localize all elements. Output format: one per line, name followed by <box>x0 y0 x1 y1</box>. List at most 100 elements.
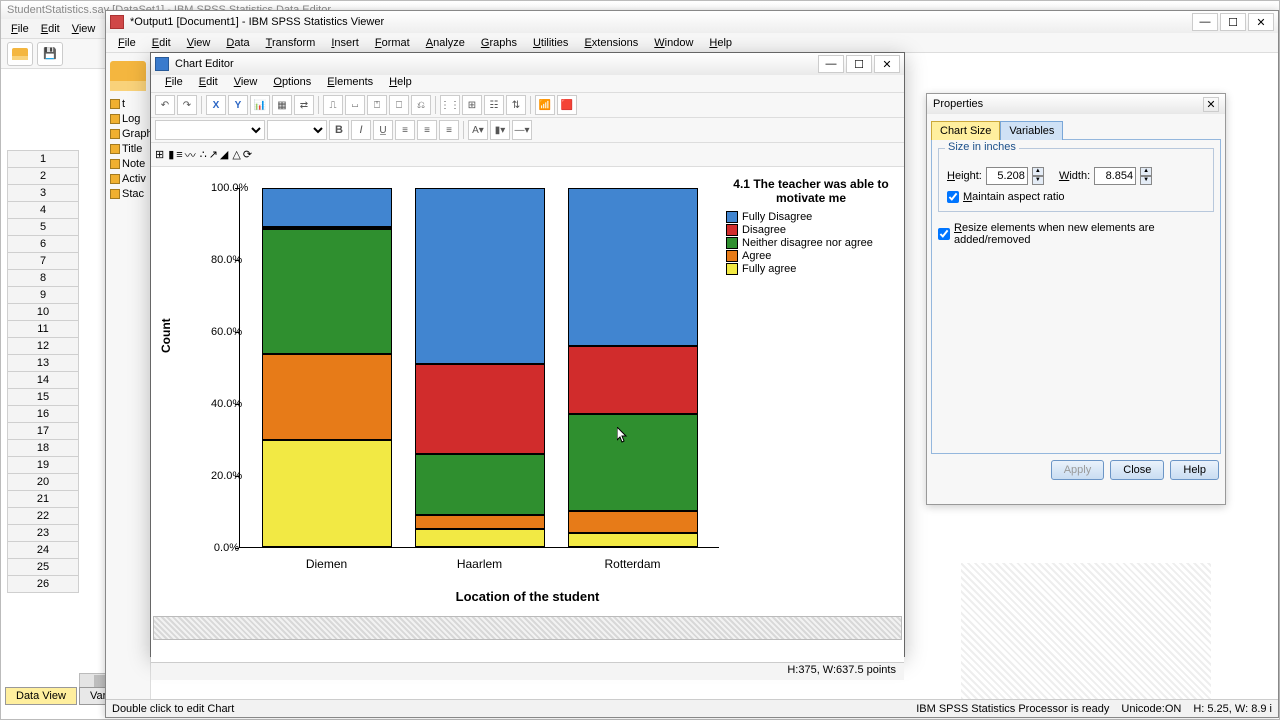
bold-icon[interactable]: B <box>329 120 349 140</box>
row-header[interactable]: 1 <box>7 150 79 168</box>
row-header[interactable]: 20 <box>7 473 79 491</box>
segment[interactable] <box>568 346 698 414</box>
transpose-icon[interactable]: ⇄ <box>294 95 314 115</box>
bin-icon[interactable]: ⋮⋮ <box>440 95 460 115</box>
legend-item[interactable]: Fully Disagree <box>726 211 896 223</box>
row-header[interactable]: 19 <box>7 456 79 474</box>
segment[interactable] <box>262 440 392 547</box>
segment[interactable] <box>415 188 545 364</box>
row-header[interactable]: 17 <box>7 422 79 440</box>
undo-icon[interactable]: ↶ <box>155 95 175 115</box>
menu-window[interactable]: Window <box>646 35 701 51</box>
bar-diemen[interactable]: Diemen <box>262 188 392 547</box>
menu-elements[interactable]: Elements <box>319 75 381 92</box>
legend-item[interactable]: Agree <box>726 250 896 262</box>
menu-graphs[interactable]: Graphs <box>473 35 525 51</box>
legend-item[interactable]: Fully agree <box>726 263 896 275</box>
folder-icon[interactable] <box>110 61 146 91</box>
line-icon[interactable]: —▾ <box>512 120 532 140</box>
maximize-icon[interactable]: ☐ <box>1220 13 1246 31</box>
close-button[interactable]: Close <box>1110 460 1164 480</box>
chart1-icon[interactable]: ⎍ <box>323 95 343 115</box>
tool-line-icon[interactable]: 〰 <box>185 147 196 163</box>
segment[interactable] <box>568 511 698 533</box>
tree-item[interactable]: Log <box>106 112 150 127</box>
xy-icon[interactable]: X <box>206 95 226 115</box>
segment[interactable] <box>568 188 698 346</box>
row-header[interactable]: 14 <box>7 371 79 389</box>
segment[interactable] <box>415 529 545 547</box>
menu-data[interactable]: Data <box>218 35 257 51</box>
row-header[interactable]: 22 <box>7 507 79 525</box>
open-icon[interactable] <box>7 42 33 66</box>
bar-haarlem[interactable]: Haarlem <box>415 188 545 547</box>
grid2-icon[interactable]: ⊞ <box>462 95 482 115</box>
save-icon[interactable]: 💾 <box>37 42 63 66</box>
row-header[interactable]: 3 <box>7 184 79 202</box>
align-right-icon[interactable]: ≡ <box>439 120 459 140</box>
legend-item[interactable]: Disagree <box>726 224 896 236</box>
row-header[interactable]: 13 <box>7 354 79 372</box>
tree-item[interactable]: Note <box>106 157 150 172</box>
tool-scatter-icon[interactable]: ∴ <box>200 148 207 161</box>
height-input[interactable] <box>986 167 1028 185</box>
row-header[interactable]: 9 <box>7 286 79 304</box>
tree-item[interactable]: Stac <box>106 187 150 202</box>
tab-chart-size[interactable]: Chart Size <box>931 121 1000 140</box>
row-header[interactable]: 6 <box>7 235 79 253</box>
bar-rotterdam[interactable]: Rotterdam <box>568 188 698 547</box>
chart-canvas[interactable]: Count 0.0%20.0%40.0%60.0%80.0%100.0% Die… <box>151 167 904 662</box>
menu-view[interactable]: View <box>226 75 266 92</box>
stack-icon[interactable]: ☷ <box>484 95 504 115</box>
italic-icon[interactable]: I <box>351 120 371 140</box>
row-header[interactable]: 5 <box>7 218 79 236</box>
chart3-icon[interactable]: ⍞ <box>367 95 387 115</box>
align-left-icon[interactable]: ≡ <box>395 120 415 140</box>
underline-icon[interactable]: U̲ <box>373 120 393 140</box>
tool-rot-icon[interactable]: ⟳ <box>243 148 252 161</box>
resize-elements-input[interactable] <box>938 228 950 240</box>
menu-view[interactable]: View <box>66 21 102 37</box>
segment[interactable] <box>568 533 698 547</box>
redo-icon[interactable]: ↷ <box>177 95 197 115</box>
close-icon[interactable]: ✕ <box>1248 13 1274 31</box>
fillcolor-icon[interactable]: ▮▾ <box>490 120 510 140</box>
close-icon[interactable]: ✕ <box>1203 97 1219 112</box>
row-header[interactable]: 4 <box>7 201 79 219</box>
label-icon[interactable]: 📊 <box>250 95 270 115</box>
chart4-icon[interactable]: ⎕ <box>389 95 409 115</box>
row-header[interactable]: 24 <box>7 541 79 559</box>
help-button[interactable]: Help <box>1170 460 1219 480</box>
segment[interactable] <box>415 454 545 515</box>
apply-button[interactable]: Apply <box>1051 460 1105 480</box>
row-header[interactable]: 10 <box>7 303 79 321</box>
menu-edit[interactable]: Edit <box>191 75 226 92</box>
minimize-icon[interactable]: — <box>818 55 844 73</box>
menu-utilities[interactable]: Utilities <box>525 35 576 51</box>
row-header[interactable]: 2 <box>7 167 79 185</box>
row-header[interactable]: 21 <box>7 490 79 508</box>
menu-view[interactable]: View <box>179 35 219 51</box>
row-header[interactable]: 25 <box>7 558 79 576</box>
maintain-aspect-input[interactable] <box>947 191 959 203</box>
menu-insert[interactable]: Insert <box>323 35 367 51</box>
tab-variables[interactable]: Variables <box>1000 121 1063 140</box>
width-spinner[interactable]: ▲▼ <box>1140 167 1152 185</box>
tool-stack-icon[interactable]: ≡ <box>176 149 182 161</box>
row-header[interactable]: 12 <box>7 337 79 355</box>
menu-file[interactable]: File <box>110 35 144 51</box>
menu-extensions[interactable]: Extensions <box>576 35 646 51</box>
menu-edit[interactable]: Edit <box>35 21 66 37</box>
tool-annot-icon[interactable]: △ <box>232 148 240 161</box>
menu-options[interactable]: Options <box>265 75 319 92</box>
row-header[interactable]: 7 <box>7 252 79 270</box>
menu-transform[interactable]: Transform <box>258 35 324 51</box>
stacked-icon[interactable]: 🟥 <box>557 95 577 115</box>
menu-file[interactable]: File <box>157 75 191 92</box>
tree-item[interactable]: Title <box>106 142 150 157</box>
menu-analyze[interactable]: Analyze <box>418 35 473 51</box>
tree-item[interactable]: Activ <box>106 172 150 187</box>
chart5-icon[interactable]: ⎌ <box>411 95 431 115</box>
legend-item[interactable]: Neither disagree nor agree <box>726 237 896 249</box>
y-icon[interactable]: Y <box>228 95 248 115</box>
